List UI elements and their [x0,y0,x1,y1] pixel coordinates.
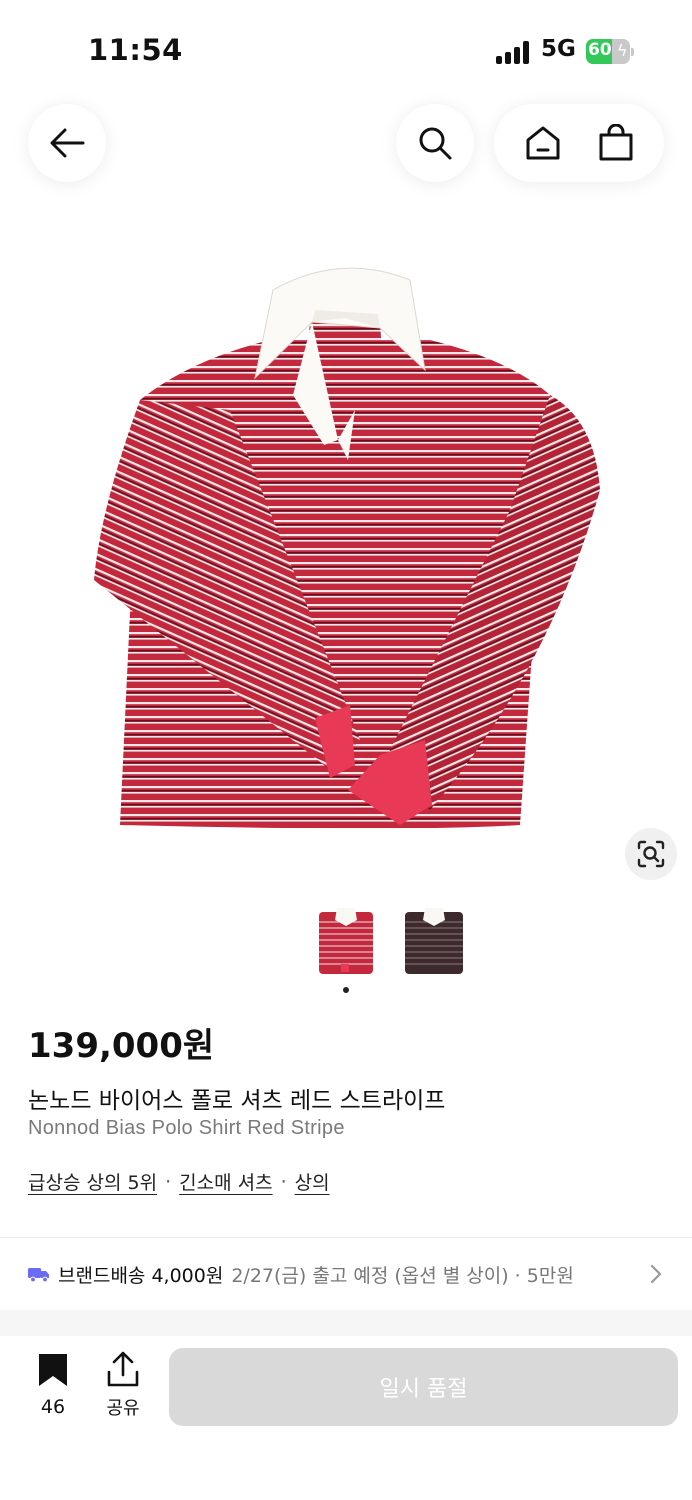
visual-search-button[interactable] [625,828,677,880]
back-button[interactable] [28,104,106,182]
tag-separator: · [280,1170,287,1193]
product-name-english: Nonnod Bias Polo Shirt Red Stripe [28,1117,345,1139]
product-image[interactable] [80,250,620,850]
bottom-action-bar: 46 공유 일시 품절 [0,1336,692,1500]
section-divider [0,1237,692,1238]
product-name-korean: 논노드 바이어스 폴로 셔츠 레드 스트라이프 [28,1088,446,1114]
bookmark-button[interactable]: 46 [30,1352,76,1418]
shopping-bag-icon [599,124,632,161]
share-label: 공유 [106,1398,140,1419]
bookmark-icon [39,1354,67,1386]
home-icon [526,126,559,160]
delivery-info-row[interactable]: 브랜드배송 4,000원 2/27(금) 출고 예정 (옵션 별 상이) · 5… [28,1256,668,1292]
status-time: 11:54 [88,33,183,67]
category-tags: 급상승 상의 5위 · 긴소매 셔츠 · 상의 [28,1168,330,1195]
gallery-page-indicator [343,987,349,993]
cart-button[interactable] [588,115,644,171]
delivery-fee: 브랜드배송 4,000원 [58,1264,224,1287]
tag-tops[interactable]: 상의 [295,1168,330,1195]
bookmark-count: 46 [40,1396,66,1418]
tag-separator: · [165,1170,172,1193]
home-cart-group [494,104,664,182]
visual-search-icon [637,840,665,868]
dark-stripe-polo-thumbnail[interactable] [399,900,469,982]
battery-charging-icon: 60 ϟ [586,39,634,64]
product-price: 139,000원 [28,1026,215,1066]
search-icon [419,127,452,160]
chevron-right-icon[interactable] [648,1263,664,1285]
share-button[interactable]: 공유 [100,1350,146,1420]
network-label: 5G [541,36,576,62]
home-button[interactable] [515,115,571,171]
tag-long-sleeve-shirt[interactable]: 긴소매 셔츠 [179,1168,272,1195]
battery-level: 60 [588,40,612,60]
product-detail-page: 11:54 5G 60 ϟ 139,000원 논노드 바이어스 폴로 셔츠 레드… [0,0,692,1500]
search-button[interactable] [396,104,474,182]
signal-icon [496,40,532,64]
tag-ranking[interactable]: 급상승 상의 5위 [28,1168,157,1195]
section-spacer [0,1310,692,1336]
arrow-left-icon [50,128,85,158]
delivery-schedule: 2/27(금) 출고 예정 (옵션 별 상이) · 5만원 [231,1264,574,1287]
status-bar: 11:54 5G 60 ϟ [0,0,692,100]
truck-icon [28,1268,49,1282]
sold-out-button[interactable]: 일시 품절 [169,1348,678,1426]
red-stripe-polo-thumbnail[interactable] [311,900,381,982]
share-icon [107,1351,139,1387]
